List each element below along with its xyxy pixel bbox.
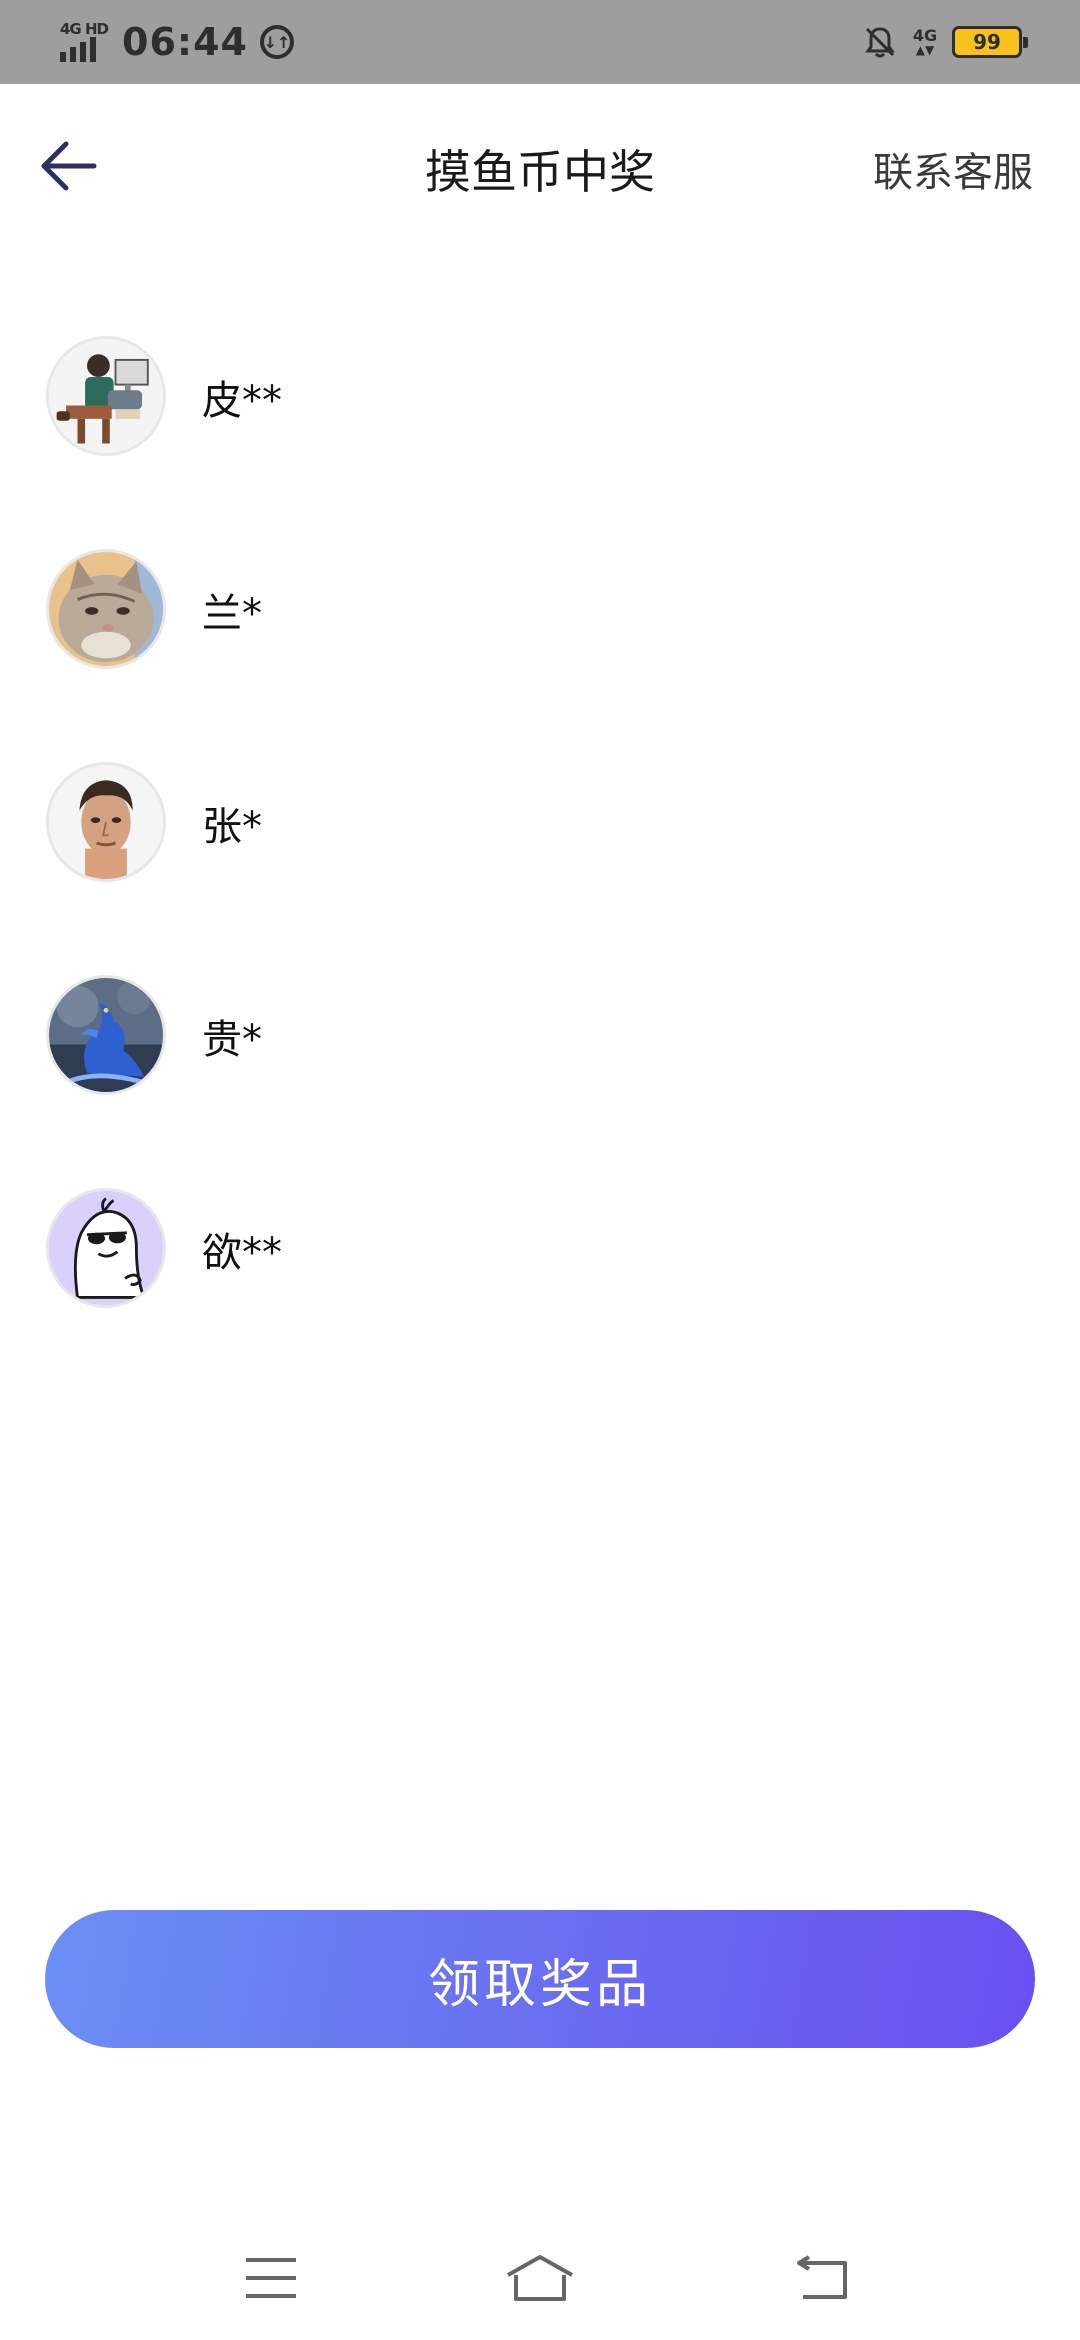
status-time: 06:44 <box>122 20 248 64</box>
menu-button[interactable] <box>231 2248 311 2308</box>
avatar-cat-icon <box>49 552 163 666</box>
network-type-label: 4G HD <box>60 20 109 38</box>
home-icon <box>507 2255 573 2301</box>
list-item: 欲** <box>0 1176 1080 1389</box>
list-item: 兰* <box>0 537 1080 750</box>
home-button[interactable] <box>500 2248 580 2308</box>
avatar <box>46 336 166 456</box>
avatar-dragon-icon <box>49 978 163 1092</box>
list-item: 贵* <box>0 963 1080 1176</box>
winner-name: 欲** <box>202 1230 282 1276</box>
battery-icon: 99 <box>952 26 1028 58</box>
battery-level: 99 <box>973 30 1001 54</box>
avatar <box>46 549 166 669</box>
winner-name: 贵* <box>202 1017 262 1063</box>
back-nav-button[interactable] <box>783 2248 863 2308</box>
data-saver-icon: ↓↑ <box>259 25 294 59</box>
claim-prize-button[interactable]: 领取奖品 <box>45 1910 1035 2048</box>
system-nav-bar <box>0 2220 1080 2340</box>
menu-icon <box>246 2258 296 2298</box>
contact-support-link[interactable]: 联系客服 <box>873 140 1033 198</box>
avatar-ghost-sunglasses-icon <box>49 1191 163 1305</box>
avatar-portrait-icon <box>49 765 163 879</box>
winner-list: 皮** 兰* 张* 贵* 欲** <box>0 324 1080 1389</box>
mobile-data-icon: 4G ▲▼ <box>912 26 938 57</box>
list-item: 皮** <box>0 324 1080 537</box>
bell-off-icon <box>865 27 895 58</box>
signal-icon: 4G HD <box>58 18 109 66</box>
status-bar: 4G HD 06:44 ↓↑ 4G ▲▼ 99 <box>0 0 1080 84</box>
avatar <box>46 1188 166 1308</box>
page-header: 摸鱼币中奖 联系客服 <box>0 84 1080 244</box>
list-item: 张* <box>0 750 1080 963</box>
avatar <box>46 762 166 882</box>
winner-name: 皮** <box>202 378 282 424</box>
winner-name: 张* <box>202 804 262 850</box>
winner-name: 兰* <box>202 591 262 637</box>
avatar-illustration-icon <box>49 339 163 453</box>
avatar <box>46 975 166 1095</box>
back-icon <box>797 2255 847 2299</box>
